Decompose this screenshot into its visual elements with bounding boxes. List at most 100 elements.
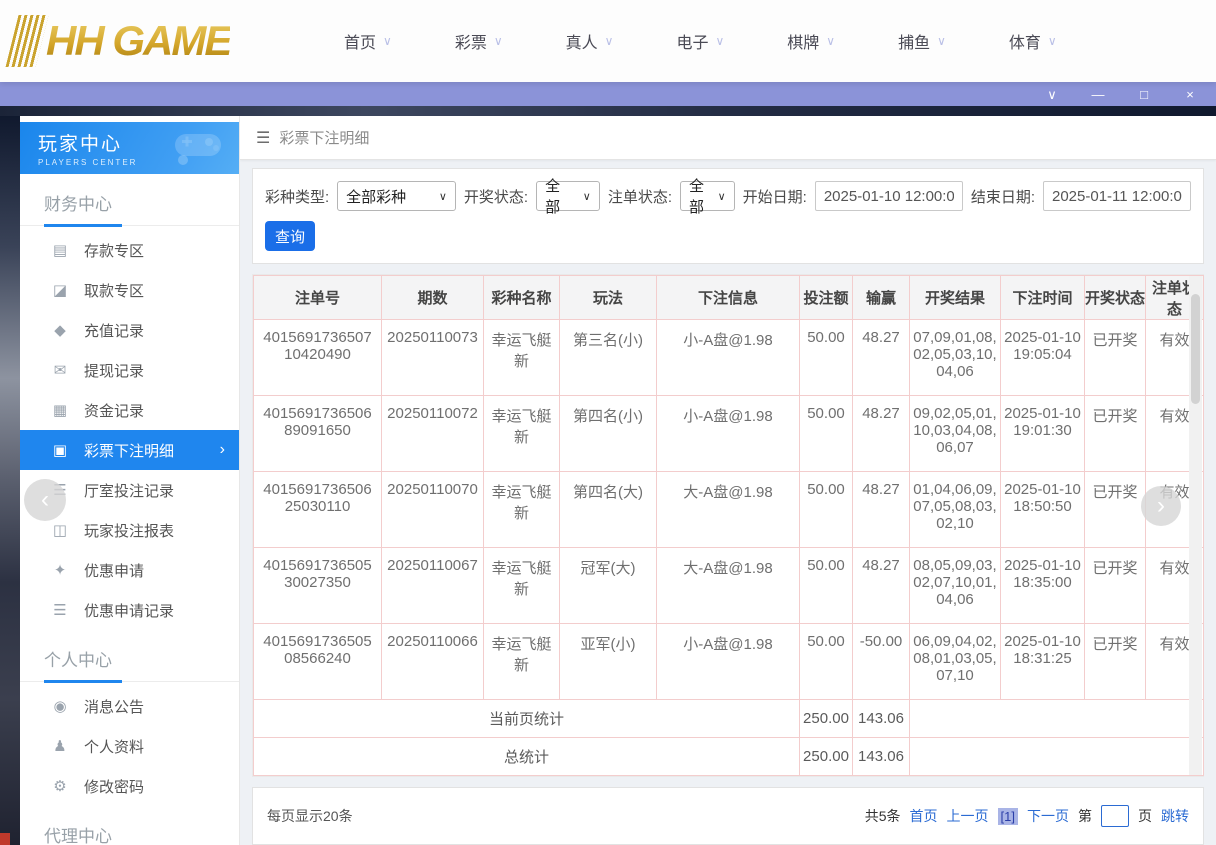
chevron-down-icon: ∨ bbox=[826, 34, 835, 48]
table-cell: 07,09,01,08,02,05,03,10,04,06 bbox=[910, 320, 1001, 396]
nav-item[interactable]: 体育 ∨ bbox=[1009, 29, 1057, 53]
nav-item-label: 真人 bbox=[566, 29, 598, 53]
table-cell: 48.27 bbox=[853, 396, 910, 472]
table-cell: 第三名(小) bbox=[560, 320, 657, 396]
table-cell: 20250110070 bbox=[382, 472, 484, 548]
table-cell: 小-A盘@1.98 bbox=[657, 396, 800, 472]
current-page-badge: [1] bbox=[998, 808, 1018, 825]
nav-item-label: 捕鱼 bbox=[898, 29, 930, 53]
table-header-row: 注单号期数彩种名称玩法下注信息投注额输赢开奖结果下注时间开奖状态注单状态 bbox=[254, 276, 1204, 320]
nav-item[interactable]: 电子 ∨ bbox=[676, 29, 724, 53]
order-status-select[interactable]: 全部 ∨ bbox=[680, 181, 735, 211]
table-scrollbar[interactable] bbox=[1189, 276, 1202, 775]
sidebar-title: 玩家中心 bbox=[38, 129, 137, 156]
page-summary-row: 当前页统计 250.00 143.06 bbox=[254, 700, 1204, 738]
table-cell: 48.27 bbox=[853, 472, 910, 548]
nav-item-label: 电子 bbox=[676, 29, 708, 53]
sidebar-item-promo-apply[interactable]: ✦ 优惠申请 bbox=[20, 550, 239, 590]
table-cell: 已开奖 bbox=[1085, 472, 1146, 548]
summary-bet-total: 250.00 bbox=[800, 738, 853, 776]
jump-prefix: 第 bbox=[1078, 806, 1092, 826]
chevron-down-icon: ∨ bbox=[439, 190, 447, 203]
sidebar-item-promo-apply-records[interactable]: ☰ 优惠申请记录 bbox=[20, 590, 239, 630]
start-date-label: 开始日期: bbox=[743, 186, 807, 207]
table-cell: 401569173650710420490 bbox=[254, 320, 382, 396]
chevron-down-icon: ∨ bbox=[937, 34, 946, 48]
end-date-label: 结束日期: bbox=[971, 186, 1035, 207]
sidebar-item-deposit-zone[interactable]: ▤ 存款专区 bbox=[20, 230, 239, 270]
logo-text: HH GAME bbox=[46, 17, 230, 65]
chevron-down-icon: ∨ bbox=[494, 34, 503, 48]
chevron-down-icon: ∨ bbox=[715, 34, 724, 48]
lottery-type-select[interactable]: 全部彩种 ∨ bbox=[337, 181, 456, 211]
draw-status-select[interactable]: 全部 ∨ bbox=[536, 181, 600, 211]
end-date-input[interactable] bbox=[1043, 181, 1191, 211]
sidebar-item-withdraw-zone[interactable]: ◪ 取款专区 bbox=[20, 270, 239, 310]
sidebar: 玩家中心 PLAYERS CENTER 财务中心 ▤ 存 bbox=[20, 116, 240, 845]
chevron-down-icon: ∨ bbox=[605, 34, 614, 48]
table-cell: 09,02,05,01,10,03,04,08,06,07 bbox=[910, 396, 1001, 472]
bet-table: 注单号期数彩种名称玩法下注信息投注额输赢开奖结果下注时间开奖状态注单状态 401… bbox=[253, 275, 1204, 776]
nav-item[interactable]: 捕鱼 ∨ bbox=[898, 29, 946, 53]
sidebar-section-items: ◉ 消息公告 ♟ 个人资料 ⚙ 修改密码 bbox=[20, 686, 239, 806]
sidebar-collapse-button[interactable]: ‹ bbox=[24, 479, 66, 521]
sidebar-section: 代理中心 bbox=[20, 806, 239, 845]
prev-page-link[interactable]: 上一页 bbox=[947, 806, 989, 826]
logo-stripes-decoration bbox=[6, 15, 49, 67]
page-jump-input[interactable] bbox=[1101, 805, 1129, 827]
background-strip bbox=[0, 116, 20, 845]
sidebar-item-lottery-bet-details[interactable]: ▣ 彩票下注明细 › bbox=[20, 430, 239, 470]
background-band bbox=[0, 106, 1216, 116]
sidebar-item-messages[interactable]: ◉ 消息公告 bbox=[20, 686, 239, 726]
start-date-input[interactable] bbox=[815, 181, 963, 211]
minimize-button[interactable]: — bbox=[1090, 88, 1106, 101]
query-button[interactable]: 查询 bbox=[265, 221, 315, 251]
first-page-link[interactable]: 首页 bbox=[910, 806, 938, 826]
chevron-down-icon: ∨ bbox=[383, 34, 392, 48]
app-window: HH GAME 首页 ∨ 彩票 ∨ 真人 ∨ 电子 ∨ 棋牌 ∨ bbox=[0, 0, 1216, 845]
sidebar-item-recharge-records[interactable]: ◆ 充值记录 bbox=[20, 310, 239, 350]
total-count: 共5条 bbox=[865, 806, 901, 826]
wallet-icon: ▦ bbox=[50, 401, 70, 419]
sidebar-item-profile[interactable]: ♟ 个人资料 bbox=[20, 726, 239, 766]
gamepad-icon bbox=[169, 130, 227, 166]
table-row: 40156917365068909165020250110072幸运飞艇新第四名… bbox=[254, 396, 1204, 472]
dropdown-button[interactable]: ∨ bbox=[1044, 88, 1060, 101]
table-cell: 01,04,06,09,07,05,08,03,02,10 bbox=[910, 472, 1001, 548]
nav-item[interactable]: 首页 ∨ bbox=[344, 29, 392, 53]
sidebar-section-label: 财务中心 bbox=[20, 174, 239, 226]
nav-item-label: 彩票 bbox=[455, 29, 487, 53]
nav-item[interactable]: 棋牌 ∨ bbox=[787, 29, 835, 53]
scrollbar-thumb[interactable] bbox=[1191, 294, 1200, 404]
app-header: HH GAME 首页 ∨ 彩票 ∨ 真人 ∨ 电子 ∨ 棋牌 ∨ bbox=[0, 0, 1216, 82]
column-header: 输赢 bbox=[853, 276, 910, 320]
summary-empty bbox=[910, 700, 1204, 738]
brand-logo: HH GAME bbox=[12, 15, 282, 67]
next-page-link[interactable]: 下一页 bbox=[1027, 806, 1069, 826]
window-titlebar: ∨ — □ × bbox=[0, 82, 1216, 106]
summary-label: 当前页统计 bbox=[254, 700, 800, 738]
table-cell: 20250110067 bbox=[382, 548, 484, 624]
sidebar-section-label: 代理中心 bbox=[20, 806, 239, 845]
sidebar-item-change-password[interactable]: ⚙ 修改密码 bbox=[20, 766, 239, 806]
sidebar-item-withdrawal-records[interactable]: ✉ 提现记录 bbox=[20, 350, 239, 390]
column-header: 下注时间 bbox=[1001, 276, 1085, 320]
sidebar-header: 玩家中心 PLAYERS CENTER bbox=[20, 122, 239, 174]
close-button[interactable]: × bbox=[1182, 88, 1198, 101]
table-cell: 2025-01-10 18:50:50 bbox=[1001, 472, 1085, 548]
deposit-card-icon: ▤ bbox=[50, 241, 70, 259]
jump-button[interactable]: 跳转 bbox=[1161, 806, 1189, 826]
sidebar-item-funds-records[interactable]: ▦ 资金记录 bbox=[20, 390, 239, 430]
maximize-button[interactable]: □ bbox=[1136, 88, 1152, 101]
sidebar-section: 个人中心 ◉ 消息公告 ♟ 个人资料 ⚙ 修改密码 bbox=[20, 630, 239, 806]
hamburger-icon[interactable]: ☰ bbox=[256, 128, 270, 148]
table-cell: 50.00 bbox=[800, 472, 853, 548]
nav-item[interactable]: 彩票 ∨ bbox=[455, 29, 503, 53]
sidebar-subtitle: PLAYERS CENTER bbox=[38, 158, 137, 167]
table-cell: 50.00 bbox=[800, 548, 853, 624]
scroll-right-button[interactable]: › bbox=[1141, 486, 1181, 526]
table-cell: 401569173650530027350 bbox=[254, 548, 382, 624]
nav-item[interactable]: 真人 ∨ bbox=[566, 29, 614, 53]
chevron-right-icon: › bbox=[220, 441, 225, 459]
table-cell: 大-A盘@1.98 bbox=[657, 472, 800, 548]
